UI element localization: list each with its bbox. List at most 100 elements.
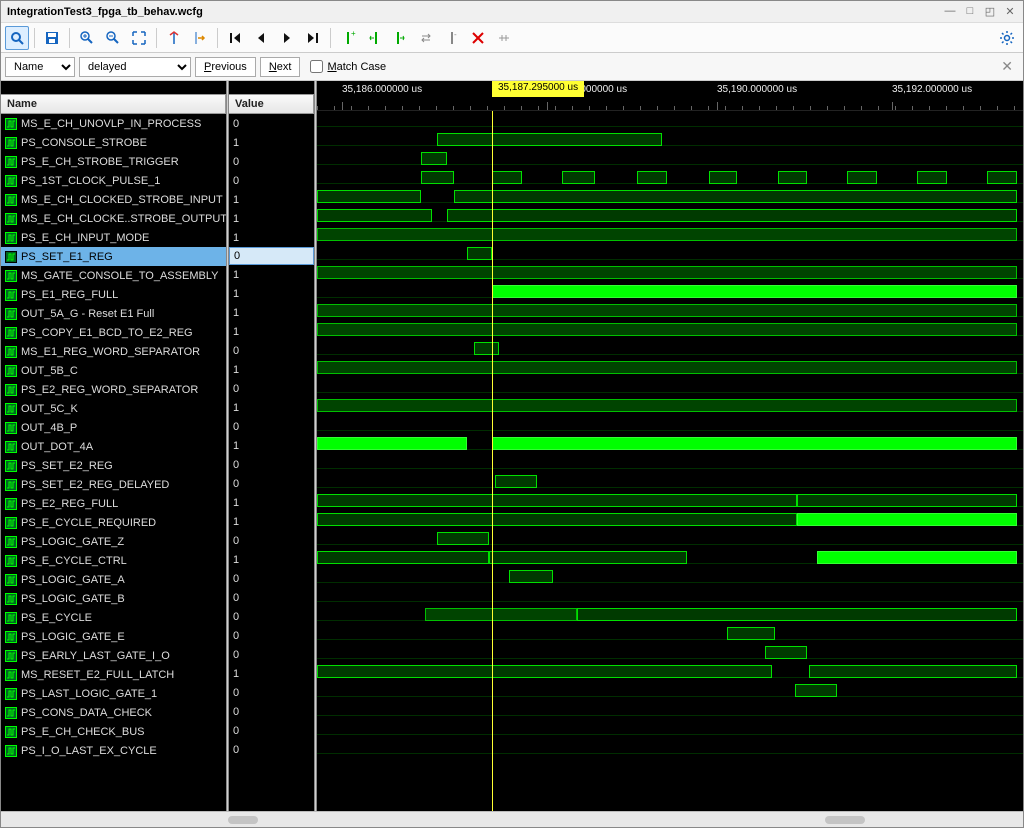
waveform-row[interactable] (317, 206, 1023, 225)
signal-value[interactable]: 0 (229, 721, 314, 740)
waveform-row[interactable] (317, 111, 1023, 130)
search-field-select[interactable]: Name (5, 57, 75, 77)
wave-scroll-thumb[interactable] (825, 816, 865, 824)
prev-marker-icon[interactable] (362, 26, 386, 50)
waveform-area[interactable] (317, 111, 1023, 811)
go-to-time-icon[interactable] (188, 26, 212, 50)
signal-value[interactable]: 0 (229, 569, 314, 588)
value-column-header[interactable]: Value (229, 94, 314, 114)
signal-row[interactable]: PS_SET_E1_REG (1, 247, 226, 266)
next-edge-icon[interactable] (275, 26, 299, 50)
signal-row[interactable]: PS_CONSOLE_STROBE (1, 133, 226, 152)
signal-value[interactable]: 1 (229, 436, 314, 455)
signal-row[interactable]: PS_1ST_CLOCK_PULSE_1 (1, 171, 226, 190)
waveform-row[interactable] (317, 377, 1023, 396)
signal-value[interactable]: 0 (229, 588, 314, 607)
waveform-row[interactable] (317, 244, 1023, 263)
signal-row[interactable]: MS_GATE_CONSOLE_TO_ASSEMBLY (1, 266, 226, 285)
waveform-row[interactable] (317, 358, 1023, 377)
settings-icon[interactable] (995, 26, 1019, 50)
waveform-row[interactable] (317, 301, 1023, 320)
signal-value[interactable]: 0 (229, 645, 314, 664)
signal-value-list[interactable]: 0100111011110101010011010000010000 (229, 114, 314, 811)
signal-row[interactable]: PS_E_CH_INPUT_MODE (1, 228, 226, 247)
signal-row[interactable]: OUT_4B_P (1, 418, 226, 437)
signal-value[interactable]: 1 (229, 512, 314, 531)
signal-value[interactable]: 1 (229, 360, 314, 379)
signal-value[interactable]: 1 (229, 228, 314, 247)
signal-value[interactable]: 1 (229, 209, 314, 228)
waveform-row[interactable] (317, 453, 1023, 472)
signal-row[interactable]: OUT_5B_C (1, 361, 226, 380)
signal-value[interactable]: 0 (229, 607, 314, 626)
signal-value[interactable]: 0 (229, 171, 314, 190)
signal-row[interactable]: PS_COPY_E1_BCD_TO_E2_REG (1, 323, 226, 342)
signal-name-list[interactable]: MS_E_CH_UNOVLP_IN_PROCESSPS_CONSOLE_STRO… (1, 114, 226, 811)
signal-row[interactable]: PS_EARLY_LAST_GATE_I_O (1, 646, 226, 665)
waveform-row[interactable] (317, 662, 1023, 681)
signal-value[interactable]: 1 (229, 493, 314, 512)
next-marker-icon[interactable] (388, 26, 412, 50)
close-icon[interactable]: ✕ (1003, 5, 1017, 18)
maximize-icon[interactable]: □ (963, 5, 977, 18)
waveform-row[interactable] (317, 624, 1023, 643)
waveform-row[interactable] (317, 396, 1023, 415)
signal-row[interactable]: PS_E1_REG_FULL (1, 285, 226, 304)
waveform-row[interactable] (317, 643, 1023, 662)
signal-value[interactable]: 1 (229, 398, 314, 417)
signal-value[interactable]: 1 (229, 284, 314, 303)
waveform-row[interactable] (317, 605, 1023, 624)
signal-row[interactable]: PS_E_CYCLE_CTRL (1, 551, 226, 570)
minimize-icon[interactable]: — (943, 5, 957, 18)
close-search-icon[interactable]: ✕ (1001, 58, 1019, 75)
cursor-time-label[interactable]: 35,187.295000 us (492, 81, 584, 97)
signal-row[interactable]: PS_SET_E2_REG (1, 456, 226, 475)
prev-button[interactable]: Previous (195, 57, 256, 77)
signal-value[interactable]: 0 (229, 683, 314, 702)
signal-value[interactable]: 0 (229, 474, 314, 493)
waveform-row[interactable] (317, 187, 1023, 206)
signal-row[interactable]: PS_E_CH_STROBE_TRIGGER (1, 152, 226, 171)
signal-value[interactable]: 0 (229, 379, 314, 398)
signal-row[interactable]: PS_LOGIC_GATE_Z (1, 532, 226, 551)
waveform-row[interactable] (317, 529, 1023, 548)
zoom-out-icon[interactable] (101, 26, 125, 50)
last-edge-icon[interactable] (301, 26, 325, 50)
waveform-row[interactable] (317, 472, 1023, 491)
name-column-header[interactable]: Name (1, 94, 226, 114)
signal-value[interactable]: 1 (229, 265, 314, 284)
signal-value[interactable]: 0 (229, 417, 314, 436)
cursor-line[interactable] (492, 111, 493, 811)
signal-row[interactable]: OUT_5A_G - Reset E1 Full (1, 304, 226, 323)
add-marker-icon[interactable]: + (336, 26, 360, 50)
zoom-in-icon[interactable] (75, 26, 99, 50)
signal-value[interactable]: 0 (229, 531, 314, 550)
signal-row[interactable]: PS_E2_REG_WORD_SEPARATOR (1, 380, 226, 399)
signal-value[interactable]: 0 (229, 702, 314, 721)
signal-value[interactable]: 0 (229, 341, 314, 360)
waveform-row[interactable] (317, 320, 1023, 339)
signal-value[interactable]: 0 (229, 152, 314, 171)
signal-row[interactable]: PS_LOGIC_GATE_B (1, 589, 226, 608)
waveform-row[interactable] (317, 282, 1023, 301)
hscroll[interactable] (1, 811, 1023, 827)
waveform-row[interactable] (317, 681, 1023, 700)
signal-value[interactable]: 1 (229, 550, 314, 569)
signal-value[interactable]: 0 (229, 247, 314, 265)
prev-edge-icon[interactable] (249, 26, 273, 50)
signal-row[interactable]: MS_E_CH_UNOVLP_IN_PROCESS (1, 114, 226, 133)
waveform-row[interactable] (317, 719, 1023, 738)
signal-row[interactable]: OUT_5C_K (1, 399, 226, 418)
signal-row[interactable]: PS_CONS_DATA_CHECK (1, 703, 226, 722)
signal-row[interactable]: PS_SET_E2_REG_DELAYED (1, 475, 226, 494)
waveform-row[interactable] (317, 700, 1023, 719)
waveform-pane[interactable]: 35,187.295000 us 35,186.000000 us35,188.… (317, 81, 1023, 811)
waveform-row[interactable] (317, 548, 1023, 567)
next-button[interactable]: Next (260, 57, 301, 77)
first-edge-icon[interactable] (223, 26, 247, 50)
snap-icon[interactable] (492, 26, 516, 50)
value-scroll-thumb[interactable] (228, 816, 258, 824)
waveform-row[interactable] (317, 434, 1023, 453)
signal-row[interactable]: MS_E_CH_CLOCKED_STROBE_INPUT (1, 190, 226, 209)
signal-row[interactable]: PS_LAST_LOGIC_GATE_1 (1, 684, 226, 703)
